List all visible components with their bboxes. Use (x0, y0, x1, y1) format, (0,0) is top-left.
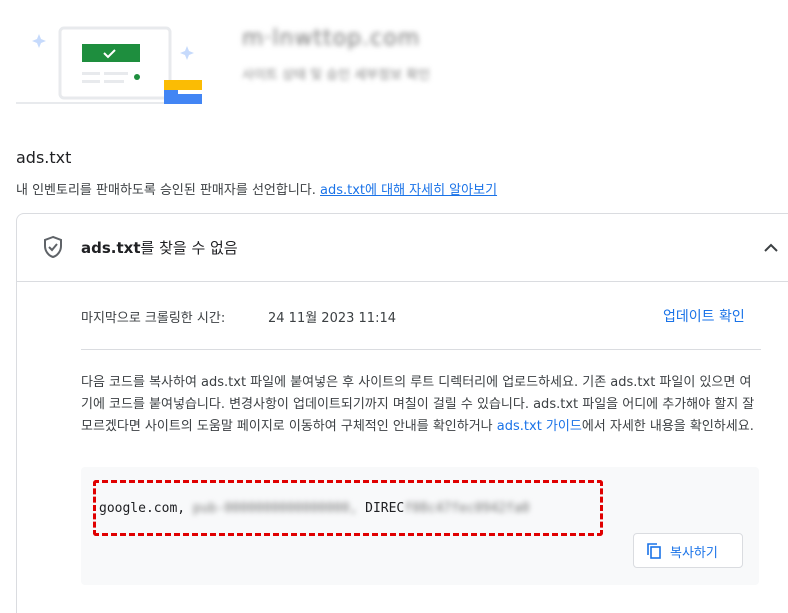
site-subtitle: 사이트 상태 및 승인 세부정보 확인 (242, 68, 431, 83)
code-cert-id: f08c47fec0942fa0 (404, 501, 530, 516)
last-crawled-label: 마지막으로 크롤링한 시간: (81, 311, 226, 326)
copy-button[interactable]: 복사하기 (633, 533, 743, 568)
code-publisher-id: pub-0000000000000000, (192, 501, 358, 516)
sparkle-icon (180, 46, 194, 60)
shield-check-icon (44, 235, 62, 259)
code-relationship: DIREC (365, 501, 405, 516)
card-header[interactable]: ads.txt를 찾을 수 없음 (17, 214, 788, 282)
copy-button-label: 복사하기 (670, 546, 718, 561)
divider (81, 349, 761, 350)
copy-icon (647, 543, 661, 559)
code-box: google.com, pub-0000000000000000, DIRECf… (81, 467, 759, 585)
sparkle-icon (32, 34, 46, 48)
card-title-rest: 를 찾을 수 없음 (140, 239, 238, 257)
last-crawled-value: 24 11월 2023 11:14 (268, 311, 396, 326)
ads-txt-code[interactable]: google.com, pub-0000000000000000, DIRECf… (93, 480, 603, 536)
chevron-up-icon[interactable] (759, 236, 783, 260)
ads-txt-status-card: ads.txt를 찾을 수 없음 마지막으로 크롤링한 시간: 24 11월 2… (16, 213, 788, 613)
card-title-bold: ads.txt (81, 239, 141, 257)
section-description: 내 인벤토리를 판매하도록 승인된 판매자를 선언합니다. ads.txt에 대… (16, 179, 497, 198)
site-header: m·lnwttop.com 사이트 상태 및 승인 세부정보 확인 (0, 0, 788, 120)
code-domain: google.com, (99, 501, 186, 516)
section-description-text: 내 인벤토리를 판매하도록 승인된 판매자를 선언합니다. (16, 183, 321, 198)
ads-txt-guide-link[interactable]: ads.txt 가이드 (497, 419, 582, 434)
site-domain: m·lnwttop.com (242, 26, 421, 51)
card-title: ads.txt를 찾을 수 없음 (81, 237, 238, 258)
site-illustration (16, 26, 202, 104)
check-update-link[interactable]: 업데이트 확인 (663, 306, 745, 326)
instructions: 다음 코드를 복사하여 ads.txt 파일에 붙여넣은 후 사이트의 루트 디… (81, 372, 761, 438)
learn-more-link[interactable]: ads.txt에 대해 자세히 알아보기 (320, 183, 497, 198)
instructions-tail: 에서 자세한 내용을 확인하세요. (581, 419, 754, 434)
section-title: ads.txt (16, 148, 72, 167)
